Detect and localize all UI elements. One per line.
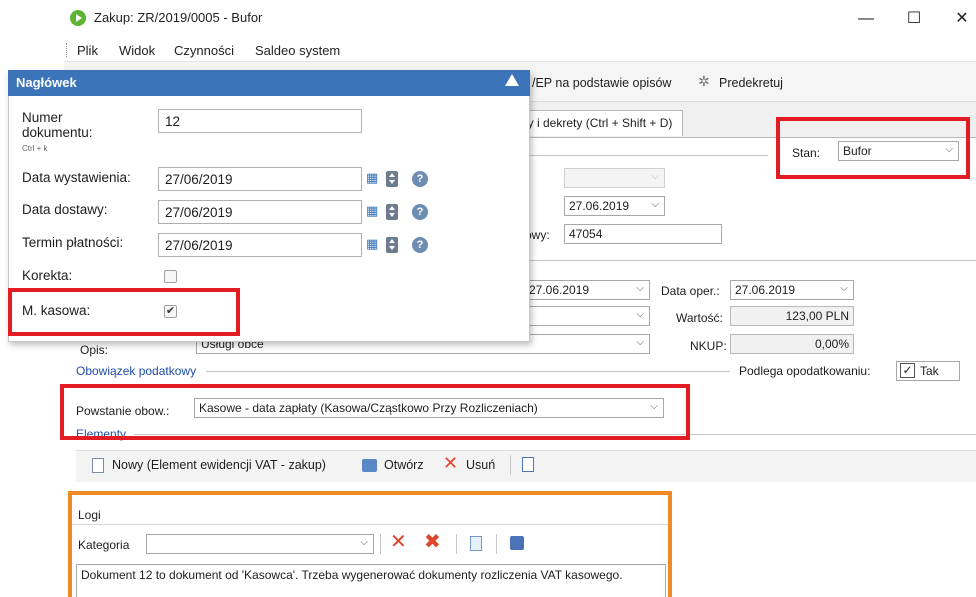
korekta-label: Korekta: bbox=[22, 268, 73, 283]
delete-icon: ✕ bbox=[443, 453, 459, 473]
toolbar-separator bbox=[510, 455, 511, 475]
disabled-select: ⌵ bbox=[564, 168, 665, 188]
chevron-down-icon: ⌵ bbox=[360, 537, 368, 548]
divider bbox=[520, 260, 976, 261]
chevron-down-icon: ⌵ bbox=[636, 309, 644, 320]
new-document-icon bbox=[92, 458, 104, 473]
date2-select[interactable]: 27.06.2019 ⌵ bbox=[524, 280, 650, 300]
edit-icon[interactable] bbox=[522, 457, 534, 472]
menu-czynnosci[interactable]: Czynności bbox=[174, 43, 234, 58]
copy-icon[interactable] bbox=[470, 536, 482, 551]
close-button[interactable]: ✕ bbox=[944, 6, 976, 32]
data-oper-value: 27.06.2019 bbox=[735, 283, 796, 297]
divider bbox=[520, 155, 768, 156]
delete-icon[interactable]: ✕ bbox=[390, 532, 407, 552]
highlight-stan bbox=[776, 117, 970, 179]
termin-platnosci-label: Termin płatności: bbox=[22, 235, 124, 250]
nkup-value: 0,00% bbox=[730, 334, 854, 354]
toolbar-separator bbox=[496, 534, 497, 554]
minimize-button[interactable]: — bbox=[848, 6, 884, 32]
toolbar-separator bbox=[456, 534, 457, 554]
kategoria-label: Kategoria bbox=[78, 538, 130, 552]
divider bbox=[206, 371, 730, 372]
chevron-down-icon: ⌵ bbox=[651, 199, 659, 210]
chevron-down-icon: ⌵ bbox=[651, 171, 659, 182]
calendar-icon[interactable]: ▦ bbox=[366, 203, 378, 219]
tak-label: Tak bbox=[920, 364, 939, 378]
data-oper-select[interactable]: 27.06.2019 ⌵ bbox=[730, 280, 854, 300]
data-oper-label: Data oper.: bbox=[661, 284, 720, 298]
app-icon bbox=[70, 10, 86, 26]
kategoria-select[interactable]: ⌵ bbox=[146, 534, 374, 554]
chevron-down-icon: ⌵ bbox=[840, 283, 848, 294]
tab-dekrety[interactable]: ny i dekrety (Ctrl + Shift + D) bbox=[520, 110, 684, 136]
generate-button[interactable]: /EP na podstawie opisów bbox=[532, 76, 671, 90]
wartosc-value: 123,00 PLN bbox=[730, 306, 854, 326]
menu-plik[interactable]: Plik bbox=[77, 43, 98, 58]
save-icon[interactable] bbox=[510, 536, 524, 550]
wartosc-label: Wartość: bbox=[676, 311, 723, 325]
data-dostawy-input[interactable]: 27/06/2019 bbox=[158, 200, 362, 224]
numer-label-line1: Numer bbox=[22, 110, 63, 125]
help-icon[interactable]: ? bbox=[412, 171, 428, 187]
chevron-down-icon: ⌵ bbox=[636, 283, 644, 294]
toolbar-separator bbox=[380, 534, 381, 554]
open-icon bbox=[362, 459, 377, 472]
numer-input[interactable]: 12 bbox=[158, 109, 362, 133]
spin-icon[interactable] bbox=[386, 237, 398, 253]
opis-label: Opis: bbox=[80, 343, 109, 357]
chevron-down-icon: ⌵ bbox=[636, 337, 644, 348]
termin-platnosci-input[interactable]: 27/06/2019 bbox=[158, 233, 362, 257]
collapse-icon[interactable] bbox=[505, 74, 519, 86]
combo-select[interactable]: ⌵ bbox=[524, 306, 650, 326]
podlega-label: Podlega opodatkowaniu: bbox=[739, 364, 871, 378]
open-button[interactable]: Otwórz bbox=[384, 458, 424, 472]
delete-button[interactable]: Usuń bbox=[466, 458, 495, 472]
delete-all-icon[interactable]: ✖ bbox=[424, 532, 441, 552]
calendar-icon[interactable]: ▦ bbox=[366, 170, 378, 186]
spin-icon[interactable] bbox=[386, 204, 398, 220]
predekretuj-button[interactable]: Predekretuj bbox=[719, 76, 783, 90]
spin-icon[interactable] bbox=[386, 171, 398, 187]
calendar-icon[interactable]: ▦ bbox=[366, 236, 378, 252]
magic-wand-icon: ✲ bbox=[698, 73, 710, 89]
date-value: 27.06.2019 bbox=[569, 199, 630, 213]
data-wystawienia-input[interactable]: 27/06/2019 bbox=[158, 167, 362, 191]
help-icon[interactable]: ? bbox=[412, 237, 428, 253]
logi-title: Logi bbox=[78, 508, 101, 522]
highlight-powstanie bbox=[60, 384, 690, 440]
nkup-label: NKUP: bbox=[690, 339, 727, 353]
help-icon[interactable]: ? bbox=[412, 204, 428, 220]
new-element-button[interactable]: Nowy (Element ewidencji VAT - zakup) bbox=[112, 458, 326, 472]
korekta-checkbox[interactable] bbox=[164, 270, 177, 283]
data-wystawienia-label: Data wystawienia: bbox=[22, 170, 131, 185]
menu-widok[interactable]: Widok bbox=[119, 43, 155, 58]
naglowek-header: Nagłówek bbox=[8, 70, 530, 96]
numer-shortcut-hint: Ctrl + k bbox=[22, 144, 48, 153]
divider bbox=[72, 524, 668, 525]
obowiazek-section-title: Obowiązek podatkowy bbox=[76, 364, 197, 378]
nr-input[interactable]: 47054 bbox=[564, 224, 722, 244]
menu-saldeo[interactable]: Saldeo system bbox=[255, 43, 340, 58]
maximize-button[interactable]: ☐ bbox=[896, 6, 932, 32]
highlight-kasowa bbox=[8, 288, 240, 336]
podlega-checkbox[interactable]: ✓ bbox=[900, 363, 915, 378]
log-note: Dokument 12 to dokument od 'Kasowca'. Tr… bbox=[76, 564, 666, 597]
data-dostawy-label: Data dostawy: bbox=[22, 202, 108, 217]
menu-grip bbox=[66, 43, 67, 57]
date-select[interactable]: 27.06.2019 ⌵ bbox=[564, 196, 665, 216]
numer-label-line2: dokumentu: bbox=[22, 125, 93, 140]
date2-value: 27.06.2019 bbox=[529, 283, 590, 297]
window-title: Zakup: ZR/2019/0005 - Bufor bbox=[94, 10, 263, 25]
